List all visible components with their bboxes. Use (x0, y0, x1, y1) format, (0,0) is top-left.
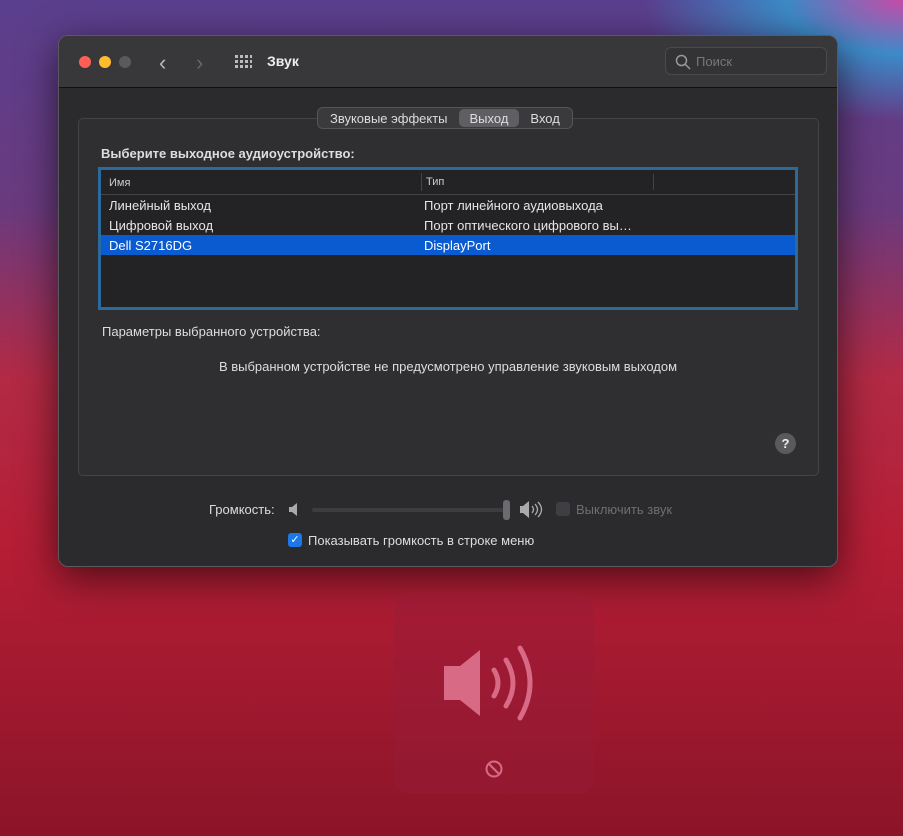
tab-bar: Звуковые эффекты Выход Вход (317, 107, 573, 129)
params-label: Параметры выбранного устройства: (102, 324, 321, 339)
no-control-message: В выбранном устройстве не предусмотрено … (218, 359, 678, 374)
help-button[interactable]: ? (775, 433, 796, 454)
forward-chevron-icon[interactable]: › (196, 50, 203, 76)
search-placeholder: Поиск (696, 54, 733, 69)
table-row[interactable]: Линейный выход Порт линейного аудиовыхода (101, 195, 795, 215)
volume-slider[interactable] (312, 508, 506, 512)
device-name: Линейный выход (109, 198, 211, 213)
window-title: Звук (267, 53, 299, 69)
speaker-low-icon (289, 503, 297, 516)
table-row[interactable]: Цифровой выход Порт оптического цифрового… (101, 215, 795, 235)
table-header: Имя Тип (101, 170, 795, 195)
column-type[interactable]: Тип (421, 173, 444, 191)
prohibited-icon (485, 760, 503, 778)
search-icon (675, 54, 691, 70)
tab-input[interactable]: Вход (519, 109, 570, 127)
volume-slider-thumb[interactable] (503, 500, 510, 520)
tab-output[interactable]: Выход (458, 109, 520, 127)
device-type: DisplayPort (424, 238, 491, 253)
mute-label: Выключить звук (576, 502, 673, 517)
grid-icon[interactable] (235, 55, 252, 69)
speaker-high-icon (520, 501, 543, 518)
device-name: Dell S2716DG (109, 238, 193, 253)
search-input[interactable]: Поиск (665, 47, 827, 75)
device-type: Порт линейного аудиовыхода (424, 198, 603, 213)
show-in-menu-label: Показывать громкость в строке меню (308, 533, 535, 548)
volume-label: Громкость: (209, 502, 275, 517)
device-type: Порт оптического цифрового вы… (424, 218, 632, 233)
speaker-icon (444, 645, 533, 721)
output-heading: Выберите выходное аудиоустройство: (101, 146, 355, 161)
minimize-button[interactable] (99, 56, 111, 68)
mute-checkbox[interactable] (556, 502, 570, 516)
sound-preferences-window: ‹ › Звук Поиск Звуковые эффекты Выход Вх… (58, 35, 838, 567)
output-device-table: Имя Тип Линейный выход Порт линейного ауд… (98, 167, 798, 310)
column-name[interactable]: Имя (109, 177, 130, 189)
close-button[interactable] (79, 56, 91, 68)
device-name: Цифровой выход (109, 218, 214, 233)
column-divider (653, 174, 654, 190)
volume-hud (394, 594, 594, 794)
table-row-selected[interactable]: Dell S2716DG DisplayPort (101, 235, 795, 255)
zoom-button[interactable] (119, 56, 131, 68)
tab-sound-effects[interactable]: Звуковые эффекты (319, 109, 459, 127)
titlebar: ‹ › Звук Поиск (59, 36, 837, 88)
show-in-menu-checkbox[interactable]: ✓ (288, 533, 302, 547)
back-chevron-icon[interactable]: ‹ (159, 50, 166, 76)
